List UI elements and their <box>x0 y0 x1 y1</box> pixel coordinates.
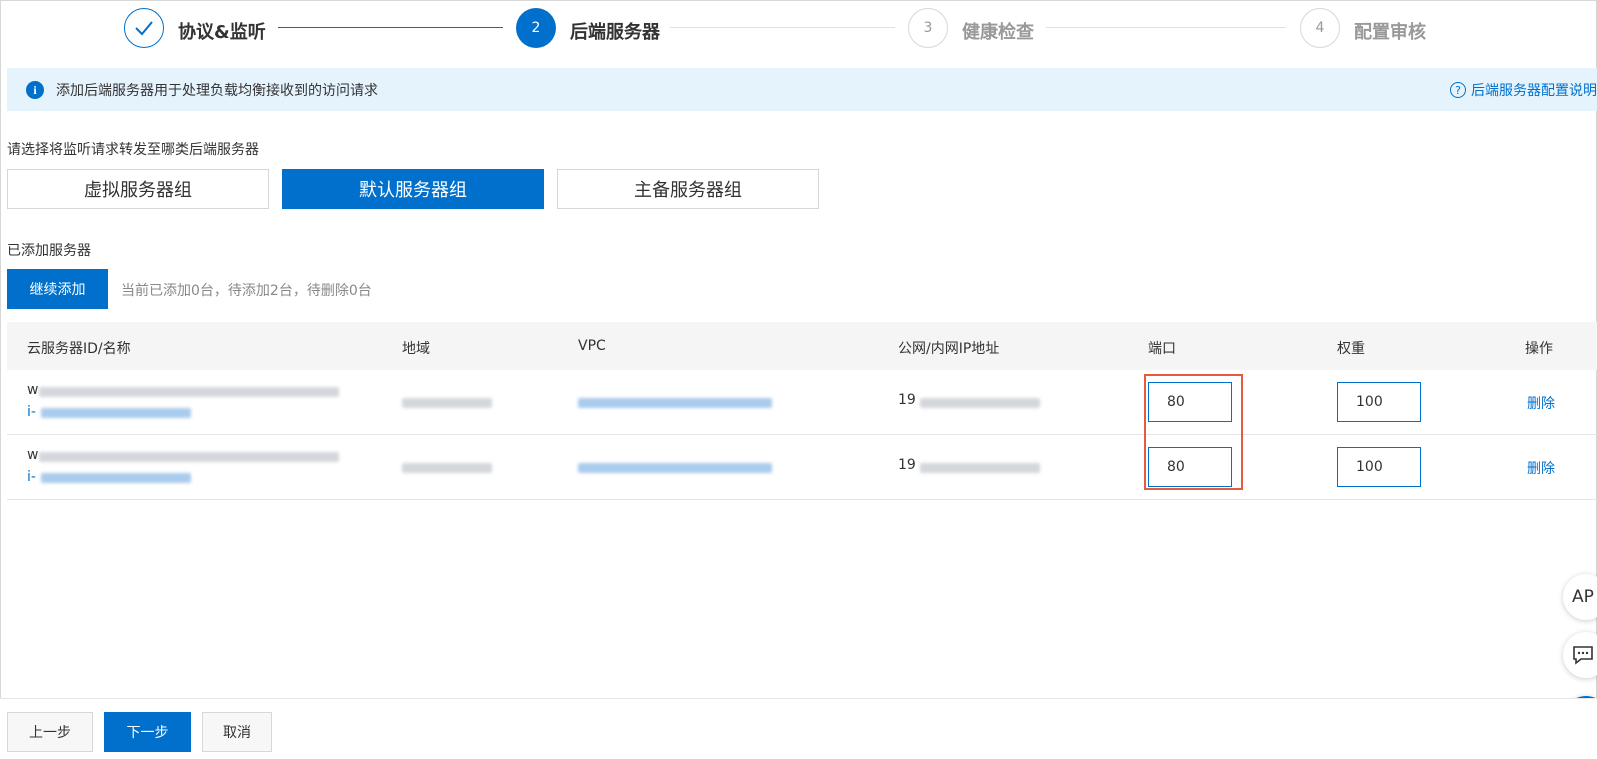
step-3-label: 健康检查 <box>962 22 1034 43</box>
redacted-server-id <box>41 473 191 483</box>
step-connector <box>1046 27 1286 28</box>
ip-address: 19 <box>898 392 916 408</box>
help-link[interactable]: ? 后端服务器配置说明 <box>1450 80 1597 100</box>
col-header-ip: 公网/内网IP地址 <box>898 341 1000 357</box>
redacted-region <box>402 463 492 473</box>
cancel-button[interactable]: 取消 <box>202 712 272 752</box>
prev-step-button[interactable]: 上一步 <box>7 712 93 752</box>
info-banner: i 添加后端服务器用于处理负载均衡接收到的访问请求 ? 后端服务器配置说明 <box>7 68 1597 111</box>
info-text: 添加后端服务器用于处理负载均衡接收到的访问请求 <box>56 83 378 99</box>
server-id-link[interactable]: i- <box>27 469 36 485</box>
active-standby-group-button[interactable]: 主备服务器组 <box>557 169 819 209</box>
step-1-label: 协议&监听 <box>178 22 266 43</box>
redacted-ip <box>920 398 1040 408</box>
step-connector <box>278 27 503 28</box>
weight-input[interactable]: 100 <box>1337 382 1421 422</box>
col-header-name: 云服务器ID/名称 <box>27 341 131 357</box>
continue-add-button[interactable]: 继续添加 <box>7 269 108 309</box>
redacted-server-name <box>39 387 339 397</box>
delete-link[interactable]: 删除 <box>1527 458 1555 478</box>
redacted-region <box>402 398 492 408</box>
chat-icon <box>1573 646 1593 665</box>
redacted-vpc[interactable] <box>578 463 772 473</box>
redacted-server-name <box>39 452 339 462</box>
port-highlight-box <box>1144 374 1243 490</box>
add-summary: 当前已添加0台，待添加2台，待删除0台 <box>121 283 372 299</box>
col-header-action: 操作 <box>1525 341 1553 357</box>
weight-input[interactable]: 100 <box>1337 447 1421 487</box>
step-connector <box>670 27 895 28</box>
redacted-ip <box>920 463 1040 473</box>
server-id-link[interactable]: i- <box>27 404 36 420</box>
default-server-group-button[interactable]: 默认服务器组 <box>282 169 544 209</box>
virtual-server-group-button[interactable]: 虚拟服务器组 <box>7 169 269 209</box>
added-servers-title: 已添加服务器 <box>7 243 91 259</box>
delete-link[interactable]: 删除 <box>1527 393 1555 413</box>
server-name: w <box>27 447 39 463</box>
wizard-steps: 协议&监听 2 后端服务器 3 健康检查 4 配置审核 <box>0 0 1597 58</box>
redacted-server-id <box>41 408 191 418</box>
step-1-check-icon <box>124 8 164 48</box>
footer-bar: 上一步 下一步 取消 <box>0 698 1597 759</box>
col-header-vpc: VPC <box>578 338 606 354</box>
redacted-vpc[interactable] <box>578 398 772 408</box>
step-4-label: 配置审核 <box>1354 22 1426 43</box>
step-4-number: 4 <box>1300 8 1340 48</box>
step-2-number: 2 <box>516 8 556 48</box>
server-name: w <box>27 382 39 398</box>
table-row: w i- 19 80 100 删除 <box>7 370 1597 435</box>
col-header-weight: 权重 <box>1337 341 1365 357</box>
question-icon: ? <box>1450 82 1466 98</box>
next-step-button[interactable]: 下一步 <box>104 712 191 752</box>
table-row: w i- 19 80 100 删除 <box>7 435 1597 500</box>
group-prompt: 请选择将监听请求转发至哪类后端服务器 <box>7 142 259 158</box>
help-link-label: 后端服务器配置说明 <box>1471 83 1597 99</box>
table-header: 云服务器ID/名称 地域 VPC 公网/内网IP地址 端口 权重 操作 <box>7 322 1597 370</box>
info-icon: i <box>26 81 44 99</box>
step-3-number: 3 <box>908 8 948 48</box>
col-header-port: 端口 <box>1148 341 1176 357</box>
step-2-label: 后端服务器 <box>570 22 660 43</box>
ip-address: 19 <box>898 457 916 473</box>
col-header-region: 地域 <box>402 341 430 357</box>
